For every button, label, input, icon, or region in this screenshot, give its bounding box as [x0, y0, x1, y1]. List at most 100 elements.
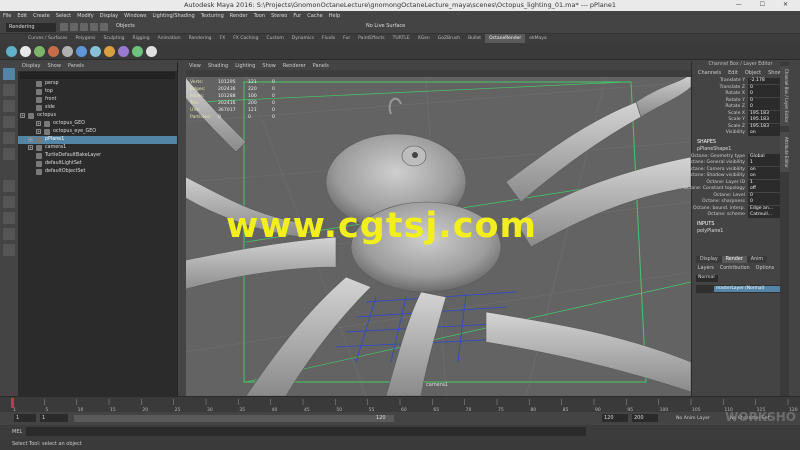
shelf-tab-gozbrush[interactable]: GoZBrush [434, 34, 464, 43]
layer-tab-anim[interactable]: Anim [746, 256, 768, 263]
menu-set-dropdown[interactable]: Rendering [6, 23, 56, 32]
outliner-search-field[interactable] [20, 72, 175, 79]
shelf-tab-turtle[interactable]: TURTLE [389, 34, 414, 43]
move-tool-icon[interactable] [3, 116, 15, 128]
channel-menu-object[interactable]: Object [745, 70, 761, 76]
open-scene-icon[interactable] [70, 23, 78, 31]
menu-file[interactable]: File [0, 11, 14, 21]
time-slider[interactable]: 1 5 10 15 20 25 30 35 40 45 50 55 60 65 70 75 80 85 90 95 10… [0, 396, 800, 413]
attribute-row[interactable]: Visibility on [692, 130, 789, 137]
shelf-tab-fur[interactable]: Fur [339, 34, 354, 43]
outliner-item[interactable]: + camera1 [18, 144, 177, 152]
menu-select[interactable]: Select [53, 11, 74, 21]
shelf-tool-icon[interactable] [6, 46, 17, 57]
viewport-menu-renderer[interactable]: Renderer [283, 63, 306, 69]
new-scene-icon[interactable] [60, 23, 68, 31]
shelf-tab-fluids[interactable]: Fluids [318, 34, 339, 43]
anim-layer-dropdown[interactable]: No Anim Layer [676, 416, 710, 421]
layer-blend-mode-dropdown[interactable]: Normal [696, 275, 718, 282]
end-time-field[interactable]: 200 [632, 414, 658, 422]
shelf-tab-fx-caching[interactable]: FX Caching [229, 34, 262, 43]
shelf-tool-icon[interactable] [34, 46, 45, 57]
outliner-item[interactable]: + pPlane1 [18, 136, 177, 144]
rotate-tool-icon[interactable] [3, 132, 15, 144]
start-time-field[interactable]: 1 [14, 414, 36, 422]
menu-lighting-shading[interactable]: Lighting/Shading [149, 11, 197, 21]
shelf-tab-curves-surfaces[interactable]: Curves / Surfaces [24, 34, 72, 43]
selection-mode-objects[interactable]: Objects [116, 23, 135, 29]
outliner-item[interactable]: + octopus_eye_GEO [18, 128, 177, 136]
layout-four-icon[interactable] [3, 196, 15, 208]
expand-toggle-icon[interactable]: + [20, 113, 25, 118]
menu-edit[interactable]: Edit [14, 11, 30, 21]
outliner-item[interactable]: + octopus_GEO [18, 120, 177, 128]
shelf-tool-icon[interactable] [104, 46, 115, 57]
shelf-tab-animation[interactable]: Animation [154, 34, 185, 43]
shelf-tab-dynamics[interactable]: Dynamics [288, 34, 318, 43]
shelf-tool-icon[interactable] [146, 46, 157, 57]
menu-create[interactable]: Create [30, 11, 53, 21]
shelf-tool-icon[interactable] [132, 46, 143, 57]
current-frame-marker[interactable] [11, 398, 14, 408]
shelf-tab-painteffects[interactable]: PaintEffects [354, 34, 388, 43]
outliner-item[interactable]: + octopus [18, 112, 177, 120]
channel-box-side-tab[interactable]: Channel Box / Layer Editor [780, 66, 789, 126]
layout-stack-icon[interactable] [3, 228, 15, 240]
layer-menu-contribution[interactable]: Contribution [720, 266, 750, 271]
layer-tab-display[interactable]: Display [696, 256, 722, 263]
command-input[interactable] [26, 427, 586, 436]
outliner-item[interactable]: defaultObjectSet [18, 168, 177, 176]
shelf-tab-custom[interactable]: Custom [263, 34, 288, 43]
redo-icon[interactable] [100, 23, 108, 31]
select-tool-icon[interactable] [3, 68, 15, 80]
shelf-tool-icon[interactable] [90, 46, 101, 57]
layer-menu-layers[interactable]: Layers [698, 266, 714, 271]
expand-toggle-icon[interactable]: + [36, 129, 41, 134]
undo-icon[interactable] [90, 23, 98, 31]
expand-toggle-icon[interactable]: + [28, 145, 33, 150]
viewport-menu-shading[interactable]: Shading [208, 63, 228, 69]
range-slider-bar[interactable] [74, 415, 394, 422]
shelf-tab-rigging[interactable]: Rigging [129, 34, 154, 43]
shelf-tab-sculpting[interactable]: Sculpting [100, 34, 129, 43]
live-surface-label[interactable]: No Live Surface [366, 23, 405, 29]
layout-single-icon[interactable] [3, 180, 15, 192]
render-layer-row[interactable]: masterLayer (Normal) [696, 285, 782, 293]
expand-toggle-icon[interactable]: + [36, 121, 41, 126]
shelf-tab-polygons[interactable]: Polygons [72, 34, 100, 43]
viewport-menu-panels[interactable]: Panels [313, 63, 329, 69]
menu-render[interactable]: Render [227, 11, 251, 21]
menu-toon[interactable]: Toon [251, 11, 269, 21]
viewport-menu-show[interactable]: Show [262, 63, 276, 69]
layer-menu-options[interactable]: Options [756, 266, 775, 271]
menu-texturing[interactable]: Texturing [198, 11, 227, 21]
shelf-tab-octanerender[interactable]: OctaneRender [485, 34, 526, 43]
viewport-menu-lighting[interactable]: Lighting [235, 63, 255, 69]
playback-start-field[interactable]: 1 [40, 414, 68, 422]
expand-toggle-icon[interactable]: + [28, 137, 33, 142]
layout-side-icon[interactable] [3, 212, 15, 224]
outliner-item[interactable]: top [18, 88, 177, 96]
playback-end-field[interactable]: 120 [602, 414, 628, 422]
outliner-item[interactable]: TurtleDefaultBakeLayer [18, 152, 177, 160]
channel-menu-channels[interactable]: Channels [698, 70, 721, 76]
scale-tool-icon[interactable] [3, 148, 15, 160]
shelf-tool-icon[interactable] [48, 46, 59, 57]
layer-tab-render[interactable]: Render [721, 256, 747, 263]
channel-menu-edit[interactable]: Edit [728, 70, 738, 76]
viewport-toolbar[interactable] [186, 70, 691, 77]
shape-name[interactable]: pPlaneShape1 [692, 147, 789, 154]
shelf-tab-bullet[interactable]: Bullet [464, 34, 485, 43]
outliner-item[interactable]: side [18, 104, 177, 112]
menu-help[interactable]: Help [326, 11, 343, 21]
input-name[interactable]: polyPlane1 [692, 229, 789, 236]
outliner-menu-display[interactable]: Display [22, 63, 40, 69]
outliner-menu-panels[interactable]: Panels [68, 63, 84, 69]
paint-select-tool-icon[interactable] [3, 100, 15, 112]
command-language-label[interactable]: MEL [12, 429, 22, 435]
outliner-item[interactable]: persp [18, 80, 177, 88]
shelf-tool-icon[interactable] [20, 46, 31, 57]
window-controls[interactable]: — ☐ ✕ [736, 1, 796, 8]
outliner-item[interactable]: front [18, 96, 177, 104]
menu-modify[interactable]: Modify [74, 11, 97, 21]
